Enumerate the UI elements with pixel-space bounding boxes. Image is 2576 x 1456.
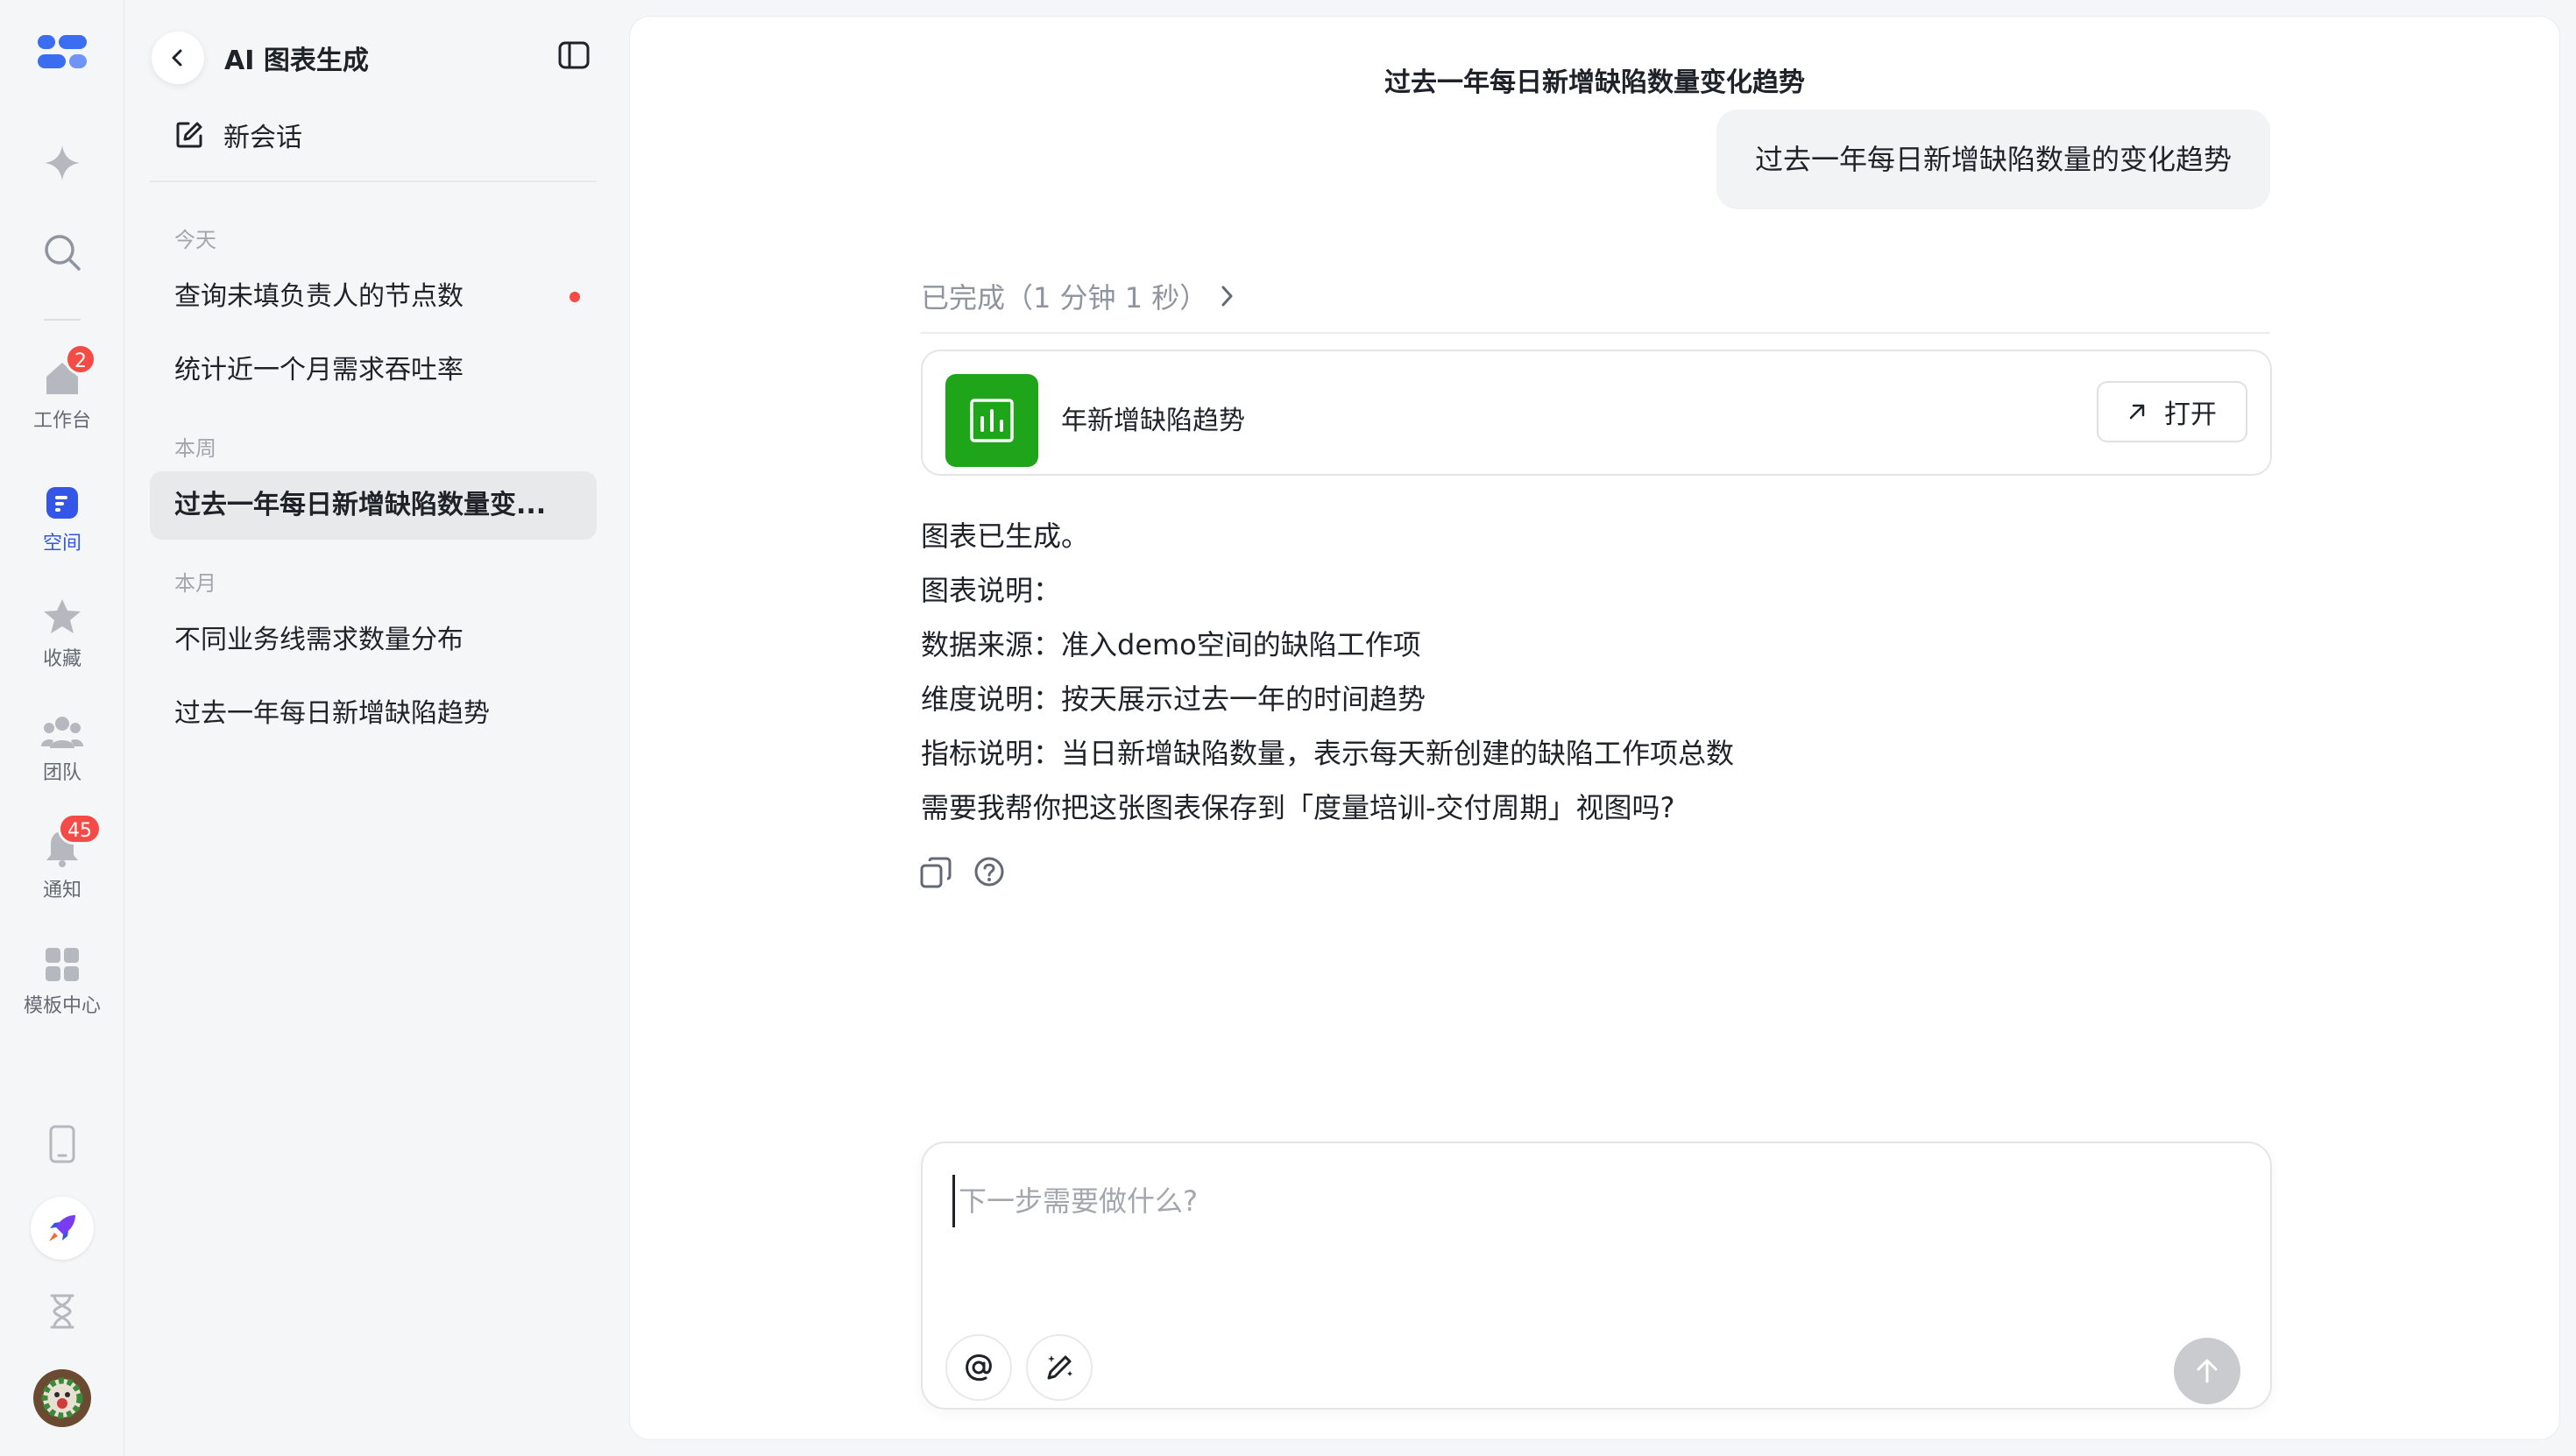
user-avatar[interactable] bbox=[0, 1368, 124, 1428]
app-rail: 2 工作台 空间 收藏 团队 45 通知 模板中心 bbox=[0, 0, 124, 1456]
bar-chart-icon bbox=[970, 399, 1014, 442]
new-chat-label: 新会话 bbox=[223, 123, 302, 153]
answer-line: 需要我帮你把这张图表保存到「度量培训-交付周期」视图吗? bbox=[921, 791, 1675, 824]
answer-line: 数据来源：准入demo空间的缺陷工作项 bbox=[921, 628, 1421, 661]
hourglass-icon bbox=[50, 1294, 74, 1329]
sidebar-divider bbox=[150, 180, 597, 182]
arrow-up-icon bbox=[2197, 1359, 2218, 1383]
message-actions bbox=[919, 856, 1005, 889]
conversation-sidebar: AI 图表生成 新会话 今天 查询未填负责人的节点数 统计近一个月需求吞吐率 本… bbox=[125, 0, 620, 1456]
conversation-item-active[interactable]: 过去一年每日新增缺陷数量变... bbox=[150, 471, 597, 540]
rail-label: 团队 bbox=[42, 762, 81, 784]
answer-line: 图表已生成。 bbox=[921, 519, 1090, 553]
chevron-left-icon bbox=[172, 49, 182, 67]
chat-title: 过去一年每日新增缺陷数量变化趋势 bbox=[1384, 67, 1805, 98]
ai-sparkle-button[interactable] bbox=[0, 144, 124, 182]
mobile-button[interactable] bbox=[0, 1125, 124, 1163]
rail-item-notifications[interactable]: 45 通知 bbox=[0, 813, 124, 902]
at-icon bbox=[966, 1354, 992, 1382]
launch-button[interactable] bbox=[0, 1197, 124, 1260]
assistant-message: 图表已生成。 图表说明： 数据来源：准入demo空间的缺陷工作项 维度说明：按天… bbox=[921, 509, 2270, 835]
templates-icon bbox=[46, 948, 79, 981]
notification-badge: 45 bbox=[58, 813, 102, 845]
rail-item-workbench[interactable]: 2 工作台 bbox=[0, 343, 124, 433]
rail-label: 收藏 bbox=[42, 648, 81, 670]
magic-pen-icon bbox=[1047, 1355, 1072, 1380]
conversation-item[interactable]: 过去一年每日新增缺陷趋势 bbox=[150, 680, 597, 748]
chevron-right-icon bbox=[1221, 286, 1233, 307]
open-chart-button[interactable]: 打开 bbox=[2097, 381, 2247, 442]
rail-label: 空间 bbox=[42, 533, 81, 555]
chat-panel: 过去一年每日新增缺陷数量变化趋势 过去一年每日新增缺陷数量的变化趋势 已完成（1… bbox=[629, 16, 2560, 1440]
rail-item-space[interactable]: 空间 bbox=[0, 485, 124, 555]
app-logo[interactable] bbox=[0, 33, 124, 72]
rocket-icon bbox=[49, 1215, 75, 1241]
answer-line: 图表说明： bbox=[921, 574, 1062, 607]
chart-result-card[interactable]: 年新增缺陷趋势 打开 bbox=[921, 350, 2272, 476]
conversation-item[interactable]: 统计近一个月需求吞吐率 bbox=[150, 336, 597, 405]
magic-edit-button[interactable] bbox=[1026, 1334, 1093, 1401]
sidebar-title: AI 图表生成 bbox=[224, 46, 369, 76]
send-button[interactable] bbox=[2174, 1338, 2240, 1404]
rail-label: 模板中心 bbox=[23, 995, 101, 1017]
logo-icon bbox=[38, 35, 87, 68]
sidebar-toggle-icon bbox=[558, 41, 590, 69]
conversation-item[interactable]: 不同业务线需求数量分布 bbox=[150, 606, 597, 675]
mobile-icon bbox=[49, 1125, 75, 1163]
search-icon bbox=[45, 235, 81, 271]
star-icon bbox=[44, 599, 81, 633]
rail-label: 工作台 bbox=[32, 410, 91, 432]
search-button[interactable] bbox=[0, 233, 124, 272]
copy-icon[interactable] bbox=[919, 856, 952, 889]
answer-line: 维度说明：按天展示过去一年的时间趋势 bbox=[921, 682, 1426, 716]
message-input[interactable] bbox=[952, 1175, 2232, 1227]
mention-button[interactable] bbox=[945, 1334, 1012, 1401]
edit-icon bbox=[176, 122, 202, 148]
unread-dot bbox=[570, 292, 580, 302]
arrow-up-right-icon bbox=[2129, 404, 2145, 420]
task-status-toggle[interactable]: 已完成（1 分钟 1 秒） bbox=[921, 276, 1235, 316]
message-composer bbox=[921, 1141, 2272, 1410]
back-button[interactable] bbox=[152, 32, 204, 84]
new-chat-button[interactable]: 新会话 bbox=[174, 112, 302, 158]
rail-item-templates[interactable]: 模板中心 bbox=[0, 946, 124, 1018]
group-label-week: 本周 bbox=[174, 436, 216, 461]
conversation-item[interactable]: 查询未填负责人的节点数 bbox=[150, 263, 597, 331]
status-divider bbox=[921, 332, 2270, 334]
task-status: 已完成（1 分钟 1 秒） bbox=[921, 281, 1208, 315]
chart-card-icon bbox=[945, 374, 1038, 467]
avatar bbox=[33, 1369, 91, 1427]
open-label: 打开 bbox=[2164, 399, 2217, 430]
rail-item-favorites[interactable]: 收藏 bbox=[0, 597, 124, 671]
group-label-today: 今天 bbox=[174, 228, 216, 252]
user-message: 过去一年每日新增缺陷数量的变化趋势 bbox=[1716, 110, 2270, 209]
history-button[interactable] bbox=[0, 1293, 124, 1330]
rail-divider bbox=[44, 319, 81, 321]
help-icon[interactable] bbox=[973, 856, 1005, 887]
workbench-badge: 2 bbox=[65, 343, 96, 375]
space-icon bbox=[46, 487, 78, 519]
rail-item-team[interactable]: 团队 bbox=[0, 715, 124, 785]
rail-label: 通知 bbox=[42, 880, 81, 901]
sparkle-icon bbox=[45, 145, 80, 180]
answer-line: 指标说明：当日新增缺陷数量，表示每天新创建的缺陷工作项总数 bbox=[921, 737, 1735, 770]
collapse-sidebar-button[interactable] bbox=[558, 41, 593, 73]
group-label-month: 本月 bbox=[174, 571, 216, 596]
launch-circle bbox=[31, 1197, 94, 1260]
chart-card-title: 年新增缺陷趋势 bbox=[1061, 406, 1245, 436]
team-icon bbox=[41, 717, 83, 748]
